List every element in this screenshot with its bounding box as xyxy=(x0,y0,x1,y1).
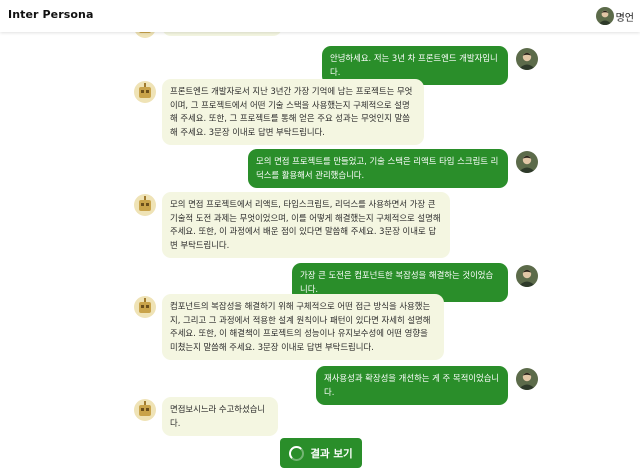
spinner-icon xyxy=(289,445,305,461)
chat-message-bot: 면접보시느라 수고하셨습니다. xyxy=(134,397,278,437)
app-brand-title[interactable]: Inter Persona xyxy=(8,8,94,21)
chat-message-bot: 모의 면접 프로젝트에서 리액트, 타입스크립트, 리덕스를 사용하면서 가장 … xyxy=(134,192,450,259)
view-result-label: 결과 보기 xyxy=(310,447,353,460)
bot-avatar xyxy=(134,81,156,103)
chat-message-bot: 컴포넌트의 복잡성을 해결하기 위해 구체적으로 어떤 접근 방식을 사용했는지… xyxy=(134,294,444,361)
user-avatar xyxy=(516,368,538,390)
chat-message-bot: 프론트엔드 개발자로서 지난 3년간 가장 기억에 남는 프로젝트는 무엇이며,… xyxy=(134,79,424,146)
bot-avatar xyxy=(134,399,156,421)
chat-message-user: 재사용성과 확장성을 개선하는 게 주 목적이었습니다. xyxy=(316,366,538,406)
chat-bubble: 프론트엔드 개발자로서 지난 3년간 가장 기억에 남는 프로젝트는 무엇이며,… xyxy=(162,79,424,146)
user-menu[interactable]: 명언 xyxy=(595,6,634,26)
chat-bubble: 재사용성과 확장성을 개선하는 게 주 목적이었습니다. xyxy=(316,366,508,406)
user-avatar xyxy=(516,151,538,173)
chat-message-user: 모의 면접 프로젝트를 만들었고, 기술 스택은 리액트 타입 스크립트 리덕스… xyxy=(248,149,538,189)
chat-bubble: 모의 면접 프로젝트를 만들었고, 기술 스택은 리액트 타입 스크립트 리덕스… xyxy=(248,149,508,189)
user-avatar xyxy=(516,48,538,70)
bot-avatar xyxy=(134,194,156,216)
chat-bubble: 면접보시느라 수고하셨습니다. xyxy=(162,397,278,437)
chat-bubble: 컴포넌트의 복잡성을 해결하기 위해 구체적으로 어떤 접근 방식을 사용했는지… xyxy=(162,294,444,361)
user-name: 명언 xyxy=(615,12,634,24)
bot-avatar xyxy=(134,296,156,318)
app-header: Inter Persona 명언 xyxy=(0,0,640,32)
chat-bubble: 모의 면접 프로젝트에서 리액트, 타입스크립트, 리덕스를 사용하면서 가장 … xyxy=(162,192,450,259)
user-avatar xyxy=(516,265,538,287)
chat-list: 안녕하세요. 저는 3년 차 프론트엔드 개발자입니다. 프론트엔드 개발자로서… xyxy=(0,0,640,464)
user-avatar xyxy=(595,7,614,25)
